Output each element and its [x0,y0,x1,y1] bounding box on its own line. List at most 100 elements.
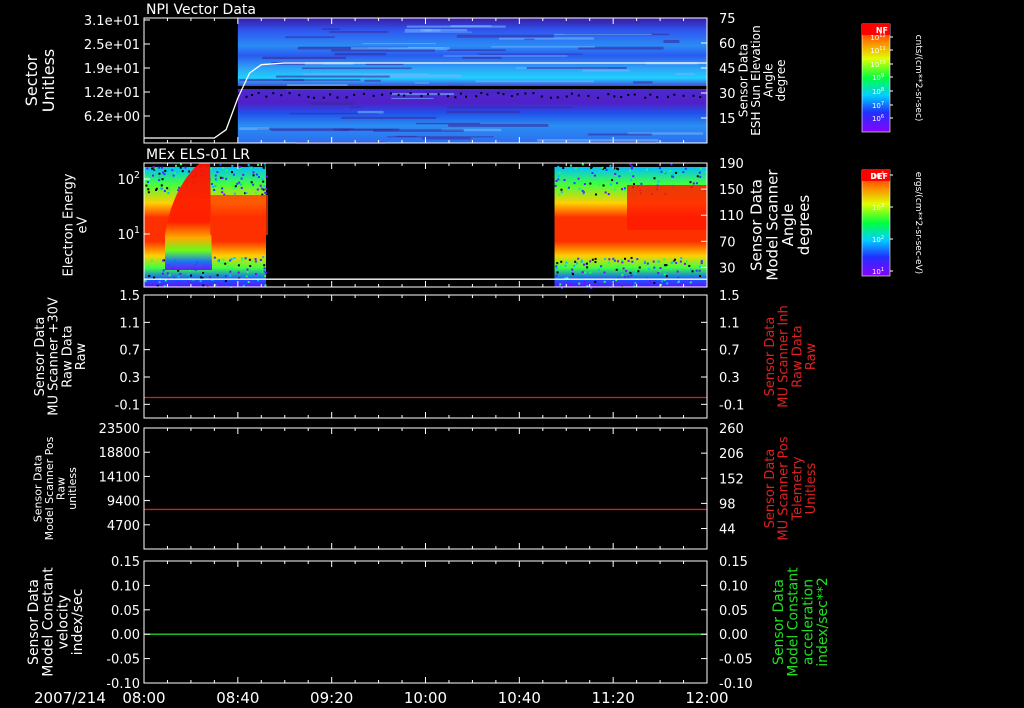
y-tick-label-right: 152 [719,472,744,487]
els-noise-pixel [152,283,155,286]
els-noise-pixel [699,167,702,170]
els-noise-pixel [241,283,244,286]
els-noise-pixel [247,163,250,166]
els-noise-pixel [601,166,604,169]
els-noise-pixel [210,182,213,185]
y-axis-label-right-line: degrees [795,195,813,256]
els-noise-pixel [628,170,631,173]
y-tick-label-left: 4700 [107,519,140,534]
els-noise-pixel [666,282,669,285]
els-noise-pixel [200,276,203,279]
els-noise-pixel [221,187,224,190]
els-noise-pixel [219,163,222,166]
els-noise-pixel [608,258,611,261]
els-noise-pixel [225,177,228,180]
els-noise-pixel [646,262,649,265]
els-noise-pixel [257,175,260,178]
els-noise-pixel [259,184,262,187]
els-noise-pixel [245,191,248,194]
els-noise-pixel [241,257,244,260]
npi-streak [443,55,568,57]
plot-canvas: 3.1e+01 2.5e+01 1.9e+01 1.2e+01 6.2e+00 75 60 4… [22,2,923,707]
y-tick-label-left: 14100 [99,470,140,485]
els-noise-pixel [229,259,232,262]
els-noise-pixel [689,181,692,184]
els-noise-pixel [659,267,662,270]
els-noise-pixel [244,257,247,260]
y-tick-label-left: 102 [118,170,141,188]
y-tick-label-right: 75 [719,12,736,27]
npi-data-gap [237,86,708,89]
els-noise-pixel [611,179,614,182]
els-noise-pixel [237,271,240,274]
npi-gap-pixel [362,92,365,95]
els-noise-pixel [224,280,227,283]
els-noise-pixel [584,271,587,274]
els-noise-pixel [593,174,596,177]
els-noise-pixel [162,259,165,262]
els-noise-pixel [167,192,170,195]
els-noise-pixel [632,183,635,186]
els-noise-pixel [623,187,626,190]
npi-gap-pixel [336,96,339,99]
els-noise-pixel [591,172,594,175]
els-noise-pixel [581,271,584,274]
y-axis-label-right-line: Model Constant [786,567,802,677]
els-noise-pixel [210,167,213,170]
els-noise-pixel [625,269,628,272]
y-tick-label-left: 0.05 [111,604,140,619]
els-noise-pixel [153,276,156,279]
npi-gap-pixel [312,96,315,99]
npi-streak [262,56,346,59]
els-noise-pixel [152,174,155,177]
els-noise-pixel [186,171,189,174]
els-noise-pixel [233,192,236,195]
els-noise-pixel [691,270,694,273]
x-tick-label: 10:40 [498,689,541,707]
els-noise-pixel [224,283,227,286]
els-noise-pixel [571,268,574,271]
els-noise-pixel [572,273,575,276]
els-noise-pixel [591,165,594,168]
npi-gap-pixel [403,94,406,97]
els-noise-pixel [230,171,233,174]
els-noise-pixel [250,267,253,270]
els-noise-pixel [563,179,566,182]
els-noise-pixel [158,172,161,175]
els-noise-pixel [202,273,205,276]
x-tick-label: 12:00 [685,689,728,707]
els-noise-pixel [187,273,190,276]
els-noise-pixel [163,189,166,192]
npi-gap-pixel [307,95,310,98]
els-noise-pixel [665,264,668,267]
els-noise-pixel [616,167,619,170]
npi-gap-pixel [486,93,489,96]
els-noise-pixel [602,184,605,187]
els-noise-pixel [569,164,572,167]
npi-streak [456,34,554,38]
npi-gap-pixel [682,94,685,97]
els-noise-pixel [700,262,703,265]
els-noise-pixel [214,185,217,188]
colorbar-unit-text: cnts/(cm**2-sr-sec) [913,35,923,122]
els-noise-pixel [605,168,608,171]
y-tick-label-left: 0.10 [111,579,140,594]
els-noise-pixel [653,177,656,180]
els-noise-pixel [594,261,597,264]
els-noise-pixel [624,276,627,279]
els-noise-pixel [627,259,630,262]
npi-streak [554,33,652,35]
els-noise-pixel [158,281,161,284]
els-noise-pixel [663,171,666,174]
npi-streak [491,46,595,48]
els-noise-pixel [612,257,615,260]
npi-streak [447,106,573,109]
els-noise-pixel [688,264,691,267]
els-noise-pixel [557,165,560,168]
els-noise-pixel [264,284,267,287]
els-noise-pixel [649,282,652,285]
y-tick-label-right: 1.1 [719,316,740,331]
els-noise-pixel [638,266,641,269]
colorbar-unit: ergs/(cm**2-sr-sec-eV) [913,172,923,274]
npi-streak [565,20,641,24]
